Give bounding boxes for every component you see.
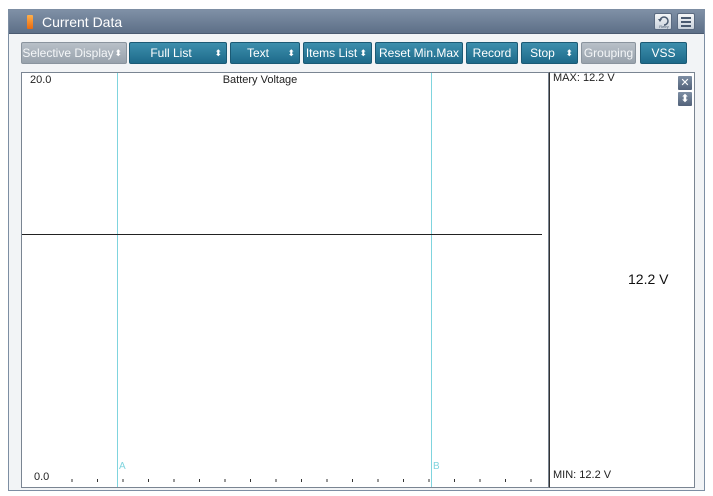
text-dropdown[interactable]: Text ⬍ (230, 42, 300, 64)
retry-button[interactable]: Retry (654, 13, 672, 30)
full-list-dropdown[interactable]: Full List ⬍ (129, 42, 227, 64)
graph-title: Battery Voltage (222, 74, 298, 86)
graph-canvas (22, 73, 542, 487)
close-icon[interactable]: ✕ (678, 76, 692, 90)
app-icon (27, 15, 33, 29)
retry-icon: Retry (658, 16, 669, 29)
items-list-dropdown[interactable]: Items List ⬍ (303, 42, 372, 64)
stop-dropdown[interactable]: Stop ⬍ (521, 42, 578, 64)
vss-button[interactable]: VSS (640, 42, 687, 64)
value-panel: MAX: 12.2 V ✕ ⬍ 12.2 V MIN: 12.2 V (549, 72, 695, 488)
toolbar: Selective Display ⬍ Full List ⬍ Text ⬍ Item… (9, 35, 704, 67)
graph-area[interactable]: 20.0 Battery Voltage 0.0 A B (21, 72, 549, 488)
reset-min-max-button[interactable]: Reset Min.Max (375, 42, 463, 64)
selective-display-dropdown[interactable]: Selective Display ⬍ (21, 42, 127, 64)
cursor-a-label: A (119, 461, 126, 472)
current-value: 12.2 V (628, 271, 669, 287)
svg-text:Retry: Retry (659, 24, 669, 29)
dropdown-arrow-icon: ⬍ (359, 48, 367, 58)
resize-icon[interactable]: ⬍ (678, 92, 692, 106)
title-bar: Current Data Retry (9, 10, 704, 34)
min-value: MIN: 12.2 V (553, 469, 612, 481)
menu-button[interactable] (677, 13, 695, 30)
record-button[interactable]: Record (466, 42, 518, 64)
cursor-b-label: B (433, 461, 440, 472)
dropdown-arrow-icon: ⬍ (114, 48, 122, 58)
window-title: Current Data (42, 14, 123, 30)
y-min-label: 0.0 (34, 471, 50, 483)
max-value: MAX: 12.2 V (553, 72, 615, 84)
grouping-button[interactable]: Grouping (581, 42, 636, 64)
dropdown-arrow-icon: ⬍ (565, 48, 573, 58)
dropdown-arrow-icon: ⬍ (214, 48, 222, 58)
current-data-window: Current Data Retry Selective Display ⬍ Fu… (8, 9, 705, 491)
dropdown-arrow-icon: ⬍ (287, 48, 295, 58)
